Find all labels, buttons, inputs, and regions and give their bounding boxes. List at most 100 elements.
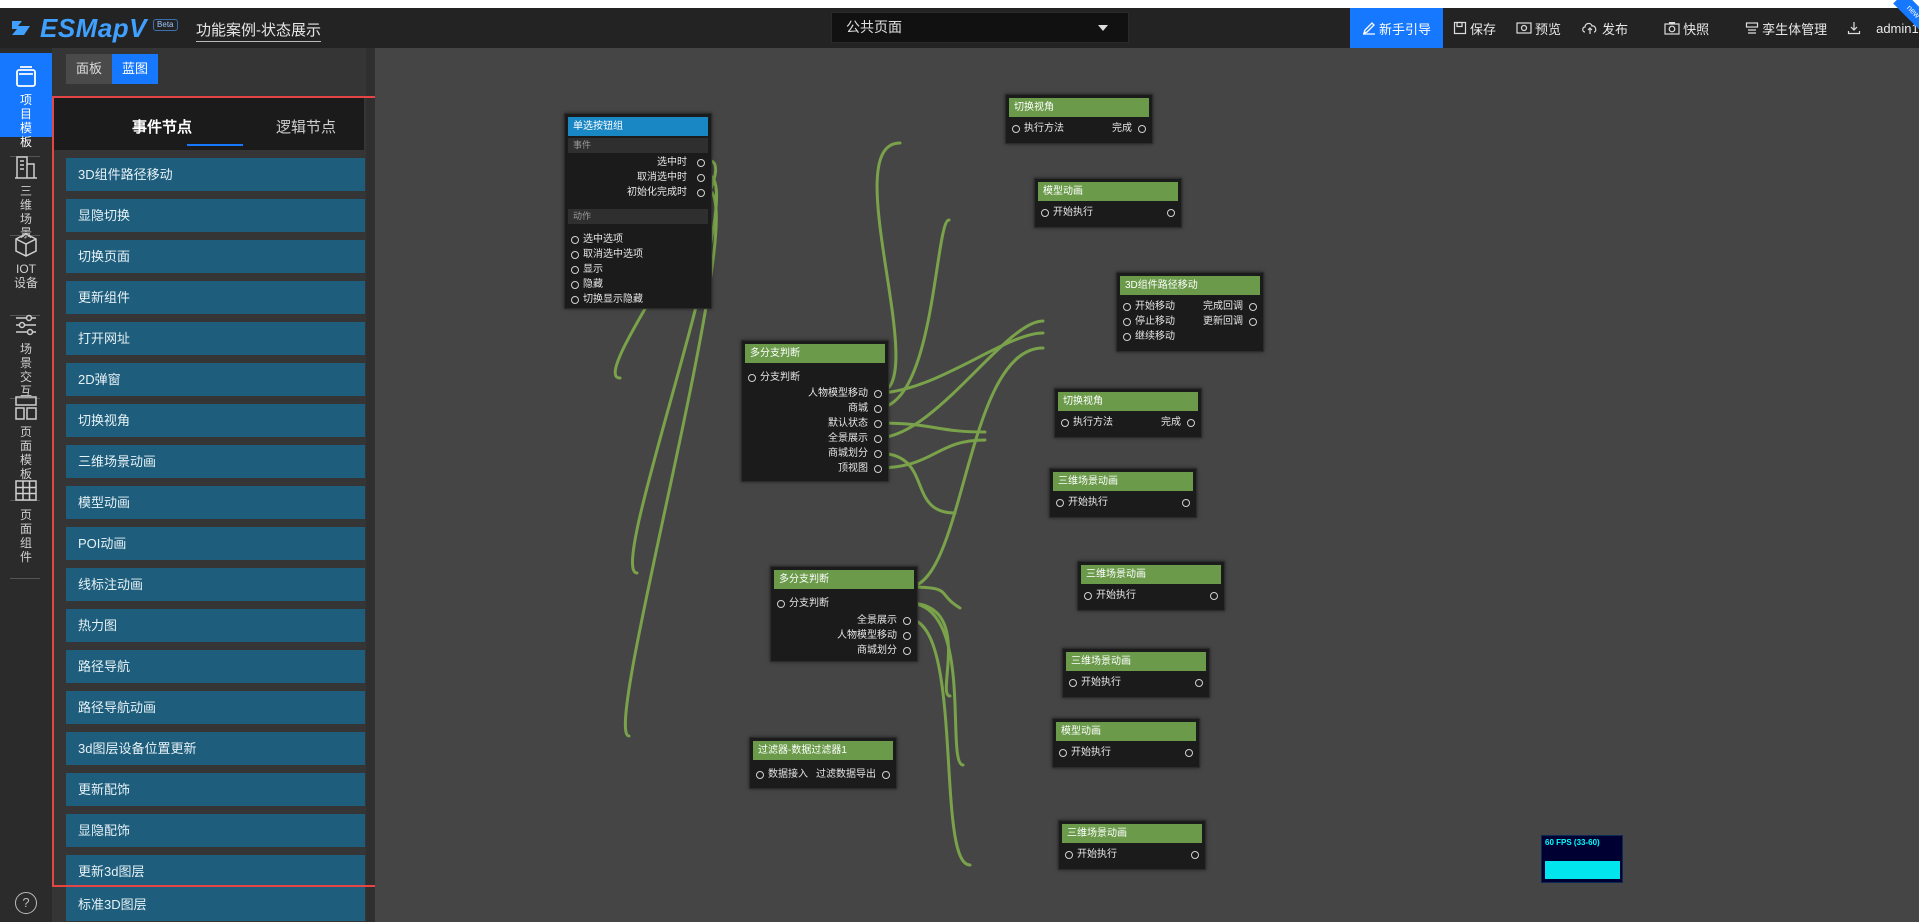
input-port[interactable] (748, 374, 756, 382)
input-port[interactable] (571, 251, 579, 259)
logo: ESMapV Beta (10, 13, 178, 43)
help-icon[interactable]: ? (15, 892, 37, 914)
node-multi-branch[interactable]: 多分支判断 分支判断 全景展示 人物模型移动 商城划分 (770, 566, 918, 662)
output-port[interactable] (874, 420, 882, 428)
node-switch-view[interactable]: 切换视角 执行方法 完成 (1054, 388, 1202, 438)
output-pin: 商城划分 (828, 448, 868, 459)
section-label: 事件 (568, 138, 708, 153)
node-title: 过滤器-数据过滤器1 (753, 741, 893, 760)
output-port[interactable] (697, 189, 705, 197)
input-port[interactable] (571, 236, 579, 244)
input-port[interactable] (1041, 209, 1049, 217)
output-pin: 默认状态 (828, 418, 868, 429)
preview-label: 预览 (1535, 21, 1562, 37)
rail-item-page-template[interactable]: 页面模板 (0, 383, 52, 481)
node-filter[interactable]: 过滤器-数据过滤器1 数据接入 过滤数据导出 (749, 737, 897, 789)
download-icon (1847, 22, 1861, 35)
output-port[interactable] (1195, 679, 1203, 687)
node-radio-group[interactable]: 单选按钮组 事件 选中时 取消选中时 初始化完成时 动作 选中选项 取消选中选项… (564, 113, 712, 309)
output-port[interactable] (1185, 749, 1193, 757)
output-pin: 更新回调 (1203, 316, 1243, 327)
input-port[interactable] (571, 296, 579, 304)
output-port[interactable] (874, 405, 882, 413)
node-switch-view[interactable]: 切换视角 执行方法 完成 (1005, 94, 1153, 144)
output-port[interactable] (697, 159, 705, 167)
node-scene-animation[interactable]: 三维场景动画 开始执行 (1049, 468, 1197, 518)
output-port[interactable] (697, 174, 705, 182)
save-button[interactable]: 保存 (1443, 8, 1506, 48)
input-port[interactable] (1123, 303, 1131, 311)
left-rail: 项目模板 三维场景 IOT设备 场景交互 页面模板 页面组件 ? (0, 48, 52, 922)
output-port[interactable] (903, 617, 911, 625)
node-model-animation[interactable]: 模型动画 开始执行 (1052, 718, 1200, 768)
output-port[interactable] (874, 465, 882, 473)
input-port[interactable] (777, 600, 785, 608)
input-port[interactable] (1084, 592, 1092, 600)
output-port[interactable] (874, 390, 882, 398)
preview-button[interactable]: 预览 (1506, 8, 1571, 48)
rail-label: IOT设备 (13, 262, 38, 290)
output-pin: 人物模型移动 (808, 388, 868, 399)
input-port[interactable] (756, 771, 764, 779)
node-model-animation[interactable]: 模型动画 开始执行 (1034, 178, 1182, 228)
rail-item-scene-interaction[interactable]: 场景交互 (0, 300, 52, 398)
input-port[interactable] (1061, 419, 1069, 427)
output-port[interactable] (1249, 303, 1257, 311)
node-3d-path-move[interactable]: 3D组件路径移动 开始移动 停止移动 继续移动 完成回调 更新回调 (1116, 272, 1264, 352)
node-title: 多分支判断 (774, 570, 914, 589)
output-port[interactable] (1138, 125, 1146, 133)
input-port[interactable] (1012, 125, 1020, 133)
download-button[interactable] (1837, 8, 1874, 48)
output-port[interactable] (874, 435, 882, 443)
input-port[interactable] (1056, 499, 1064, 507)
node-scene-animation[interactable]: 三维场景动画 开始执行 (1058, 820, 1206, 870)
input-port[interactable] (571, 266, 579, 274)
node-scene-animation[interactable]: 三维场景动画 开始执行 (1077, 561, 1225, 611)
output-port[interactable] (874, 450, 882, 458)
twin-manage-button[interactable]: 孪生体管理 (1735, 8, 1837, 48)
output-port[interactable] (1210, 592, 1218, 600)
output-port[interactable] (903, 647, 911, 655)
page-select[interactable]: 公共页面 (831, 12, 1129, 43)
input-pin: 停止移动 (1135, 316, 1175, 327)
snapshot-label: 快照 (1683, 21, 1710, 37)
tab-panel[interactable]: 面板 (66, 54, 113, 84)
blueprint-canvas[interactable]: 单选按钮组 事件 选中时 取消选中时 初始化完成时 动作 选中选项 取消选中选项… (375, 48, 1919, 922)
tab-blueprint[interactable]: 蓝图 (112, 54, 159, 84)
publish-button[interactable]: 发布 (1571, 8, 1638, 48)
node-title: 切换视角 (1009, 98, 1149, 117)
snapshot-button[interactable]: 快照 (1654, 8, 1719, 48)
grid-icon (15, 480, 37, 501)
node-multi-branch[interactable]: 多分支判断 分支判断 人物模型移动 商城 默认状态 全景展示 商城划分 顶视图 (741, 340, 889, 482)
output-port[interactable] (903, 632, 911, 640)
section-label: 动作 (568, 209, 708, 224)
rail-item-project-template[interactable]: 项目模板 (0, 53, 52, 149)
node-title: 模型动画 (1056, 722, 1196, 741)
layout-icon (15, 396, 37, 420)
guide-button[interactable]: 新手引导 (1350, 8, 1444, 48)
input-pin: 取消选中选项 (583, 249, 643, 260)
output-port[interactable] (1249, 318, 1257, 326)
rail-item-page-component[interactable]: 页面组件 (0, 466, 52, 564)
output-port[interactable] (1191, 851, 1199, 859)
node-item[interactable]: 标准3D图层 (66, 888, 365, 921)
beta-badge: Beta (153, 19, 178, 31)
caret-down-icon (1098, 25, 1108, 31)
input-port[interactable] (1069, 679, 1077, 687)
rail-item-iot[interactable]: IOT设备 (0, 220, 52, 304)
input-pin: 执行方法 (1024, 123, 1064, 134)
input-port[interactable] (1065, 851, 1073, 859)
output-port[interactable] (1167, 209, 1175, 217)
output-port[interactable] (1187, 419, 1195, 427)
input-port[interactable] (571, 281, 579, 289)
twin-icon (1745, 22, 1759, 34)
rail-item-3d-scene[interactable]: 三维场景 (0, 142, 52, 240)
fps-graph (1545, 861, 1620, 879)
project-title[interactable]: 功能案例-状态展示 (196, 19, 321, 42)
input-port[interactable] (1123, 333, 1131, 341)
node-scene-animation[interactable]: 三维场景动画 开始执行 (1062, 648, 1210, 698)
output-port[interactable] (882, 771, 890, 779)
input-port[interactable] (1059, 749, 1067, 757)
input-port[interactable] (1123, 318, 1131, 326)
output-port[interactable] (1182, 499, 1190, 507)
